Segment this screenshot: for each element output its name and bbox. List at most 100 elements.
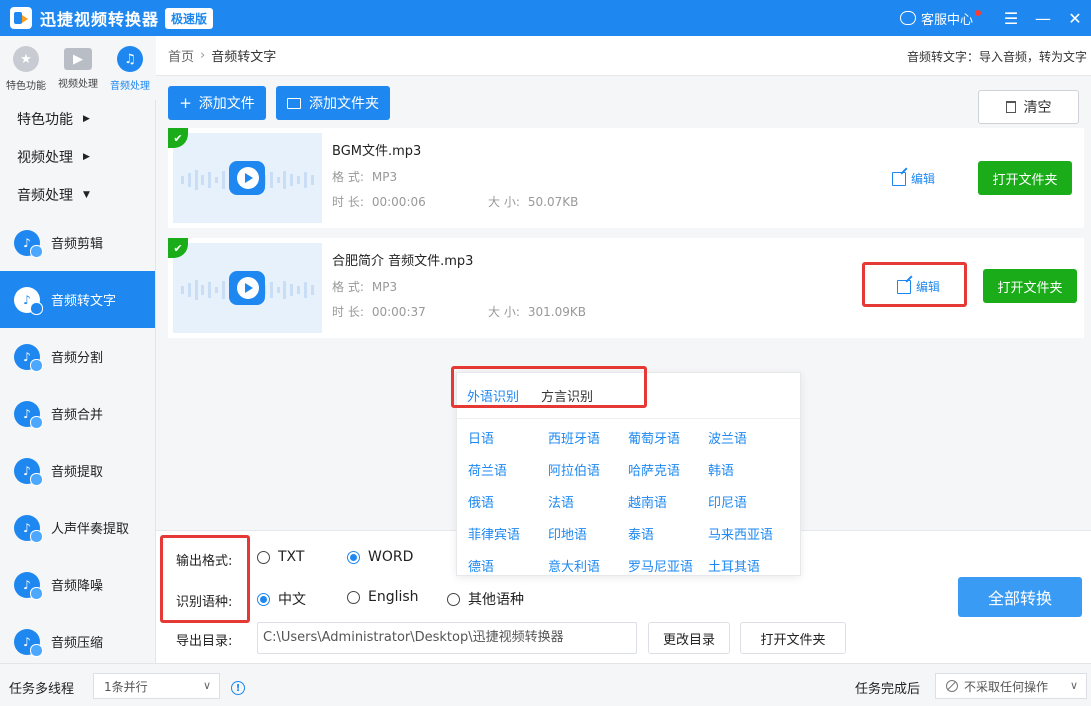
sidebar-item-audio-extract[interactable]: ♪ 音频提取 — [0, 442, 155, 499]
radio-off-icon — [347, 590, 360, 604]
tab-audio[interactable]: ♫ 音频处理 — [104, 36, 156, 100]
convert-all-button[interactable]: 全部转换 — [958, 577, 1082, 617]
prohibit-icon — [946, 680, 958, 692]
file-name: 合肥简介 音频文件.mp3 — [332, 254, 474, 269]
sidebar-item-vocal-extract[interactable]: ♪ 人声伴奏提取 — [0, 499, 155, 556]
output-dir-field[interactable]: C:\Users\Administrator\Desktop\迅捷视频转换器 — [257, 622, 637, 654]
minimize-icon[interactable]: — — [1027, 0, 1059, 36]
language-option[interactable]: 哈萨克语 — [628, 456, 708, 488]
after-task-select[interactable]: 不采取任何操作 ∨ — [935, 673, 1087, 699]
lang-other-radio[interactable]: 其他语种 — [447, 589, 524, 609]
sidebar-item-label: 音频合并 — [51, 408, 104, 423]
tab-featured[interactable]: ★ 特色功能 — [0, 36, 52, 100]
format-txt-radio[interactable]: TXT — [257, 549, 304, 565]
language-option[interactable]: 俄语 — [468, 488, 548, 520]
language-option[interactable]: 西班牙语 — [548, 424, 628, 456]
music-note-icon — [225, 265, 269, 309]
language-option[interactable]: 葡萄牙语 — [628, 424, 708, 456]
customer-service-button[interactable]: 客服中心 — [899, 9, 981, 28]
language-option[interactable]: 越南语 — [628, 488, 708, 520]
vocal-extract-icon: ♪ — [14, 514, 43, 543]
change-dir-button[interactable]: 更改目录 — [648, 622, 730, 654]
category-label: 音频处理 — [17, 188, 73, 204]
music-icon: ♫ — [117, 46, 143, 72]
breadcrumb-home[interactable]: 首页 — [168, 46, 194, 65]
language-option[interactable]: 罗马尼亚语 — [628, 552, 708, 584]
open-output-folder-button[interactable]: 打开文件夹 — [740, 622, 846, 654]
film-icon: ▶ — [64, 48, 92, 70]
sidebar: 特色功能 ▶ 视频处理 ▶ 音频处理 ▼ ♪ 音频剪辑 ♪ 音频转文字 ♪ 音频分割 ♪ 音频… — [0, 100, 156, 663]
add-folder-button[interactable]: 添加文件夹 — [276, 86, 390, 120]
close-icon[interactable]: ✕ — [1059, 0, 1091, 36]
toolbar: + 添加文件 添加文件夹 清空 — [156, 76, 1091, 128]
music-note-icon — [225, 155, 269, 199]
add-file-label: 添加文件 — [198, 96, 255, 112]
language-grid: 日语 西班牙语 葡萄牙语 波兰语 荷兰语 阿拉伯语 哈萨克语 韩语 俄语 法语 … — [457, 419, 800, 584]
sidebar-item-audio-merge[interactable]: ♪ 音频合并 — [0, 385, 155, 442]
language-option[interactable]: 荷兰语 — [468, 456, 548, 488]
sidebar-item-audio-edit[interactable]: ♪ 音频剪辑 — [0, 214, 155, 271]
lang-chinese-label: 中文 — [278, 592, 306, 608]
audio-thumbnail — [173, 133, 322, 223]
language-option[interactable]: 日语 — [468, 424, 548, 456]
file-size: 大 小: 50.07KB — [488, 193, 578, 210]
language-option[interactable]: 印地语 — [548, 520, 628, 552]
clear-button[interactable]: 清空 — [978, 90, 1079, 124]
add-file-button[interactable]: + 添加文件 — [168, 86, 266, 120]
audio-edit-icon: ♪ — [14, 229, 43, 258]
star-icon: ★ — [13, 46, 39, 72]
status-footer: 任务多线程 1条并行 ∨ 任务完成后 不采取任何操作 ∨ — [0, 663, 1091, 706]
sidebar-item-denoise[interactable]: ♪ 音频降噪 — [0, 556, 155, 613]
language-option[interactable]: 菲律宾语 — [468, 520, 548, 552]
sidebar-category-video[interactable]: 视频处理 ▶ — [0, 138, 155, 176]
language-option[interactable]: 韩语 — [708, 456, 788, 488]
info-icon[interactable]: ! — [231, 681, 245, 695]
language-option[interactable]: 波兰语 — [708, 424, 788, 456]
chat-icon — [899, 11, 916, 25]
lang-chinese-radio[interactable]: 中文 — [257, 589, 306, 609]
language-option[interactable]: 马来西亚语 — [708, 520, 788, 552]
edit-label: 编辑 — [911, 172, 936, 186]
sidebar-item-compress[interactable]: ♪ 音频压缩 — [0, 613, 155, 663]
file-size: 大 小: 301.09KB — [488, 303, 586, 320]
edit-button[interactable]: 编辑 — [892, 170, 935, 187]
audio-to-text-icon: ♪ — [14, 286, 43, 315]
sidebar-category-featured[interactable]: 特色功能 ▶ — [0, 100, 155, 138]
language-option[interactable]: 阿拉伯语 — [548, 456, 628, 488]
sidebar-category-audio[interactable]: 音频处理 ▼ — [0, 176, 155, 214]
language-option[interactable]: 法语 — [548, 488, 628, 520]
play-icon — [237, 167, 259, 189]
app-title: 迅捷视频转换器 — [40, 10, 160, 29]
format-word-radio[interactable]: WORD — [347, 549, 413, 565]
language-option[interactable]: 德语 — [468, 552, 548, 584]
format-label: 格 式: — [332, 280, 364, 294]
clear-label: 清空 — [1023, 100, 1052, 116]
language-option[interactable]: 印尼语 — [708, 488, 788, 520]
open-folder-button[interactable]: 打开文件夹 — [983, 269, 1077, 303]
language-option[interactable]: 意大利语 — [548, 552, 628, 584]
tab-video[interactable]: ▶ 视频处理 — [52, 36, 104, 100]
language-option[interactable]: 土耳其语 — [708, 552, 788, 584]
sidebar-item-label: 音频剪辑 — [51, 237, 104, 252]
file-row: ✔ BGM文件.mp3 格 式: MP3 时 长: 00:00:06 大 小: 50.… — [168, 128, 1084, 228]
lang-english-label: English — [368, 589, 419, 605]
lang-english-radio[interactable]: English — [347, 589, 419, 605]
menu-icon[interactable]: ☰ — [995, 0, 1027, 36]
language-option[interactable]: 泰语 — [628, 520, 708, 552]
sidebar-item-audio-to-text[interactable]: ♪ 音频转文字 — [0, 271, 155, 328]
file-format: 格 式: MP3 — [332, 168, 397, 185]
sidebar-item-audio-split[interactable]: ♪ 音频分割 — [0, 328, 155, 385]
open-folder-button[interactable]: 打开文件夹 — [978, 161, 1072, 195]
sidebar-item-label: 音频分割 — [51, 351, 104, 366]
threads-select[interactable]: 1条并行 ∨ — [93, 673, 220, 699]
play-icon — [237, 277, 259, 299]
format-value: MP3 — [371, 170, 398, 184]
duration-value: 00:00:06 — [371, 195, 426, 209]
threads-label: 任务多线程 — [9, 682, 75, 697]
chevron-down-icon: ∨ — [202, 679, 211, 692]
output-dir-label: 导出目录: — [176, 634, 233, 649]
chevron-down-icon: ∨ — [1069, 679, 1078, 692]
file-format: 格 式: MP3 — [332, 278, 397, 295]
tab-featured-label: 特色功能 — [6, 81, 46, 92]
add-folder-label: 添加文件夹 — [309, 96, 379, 112]
